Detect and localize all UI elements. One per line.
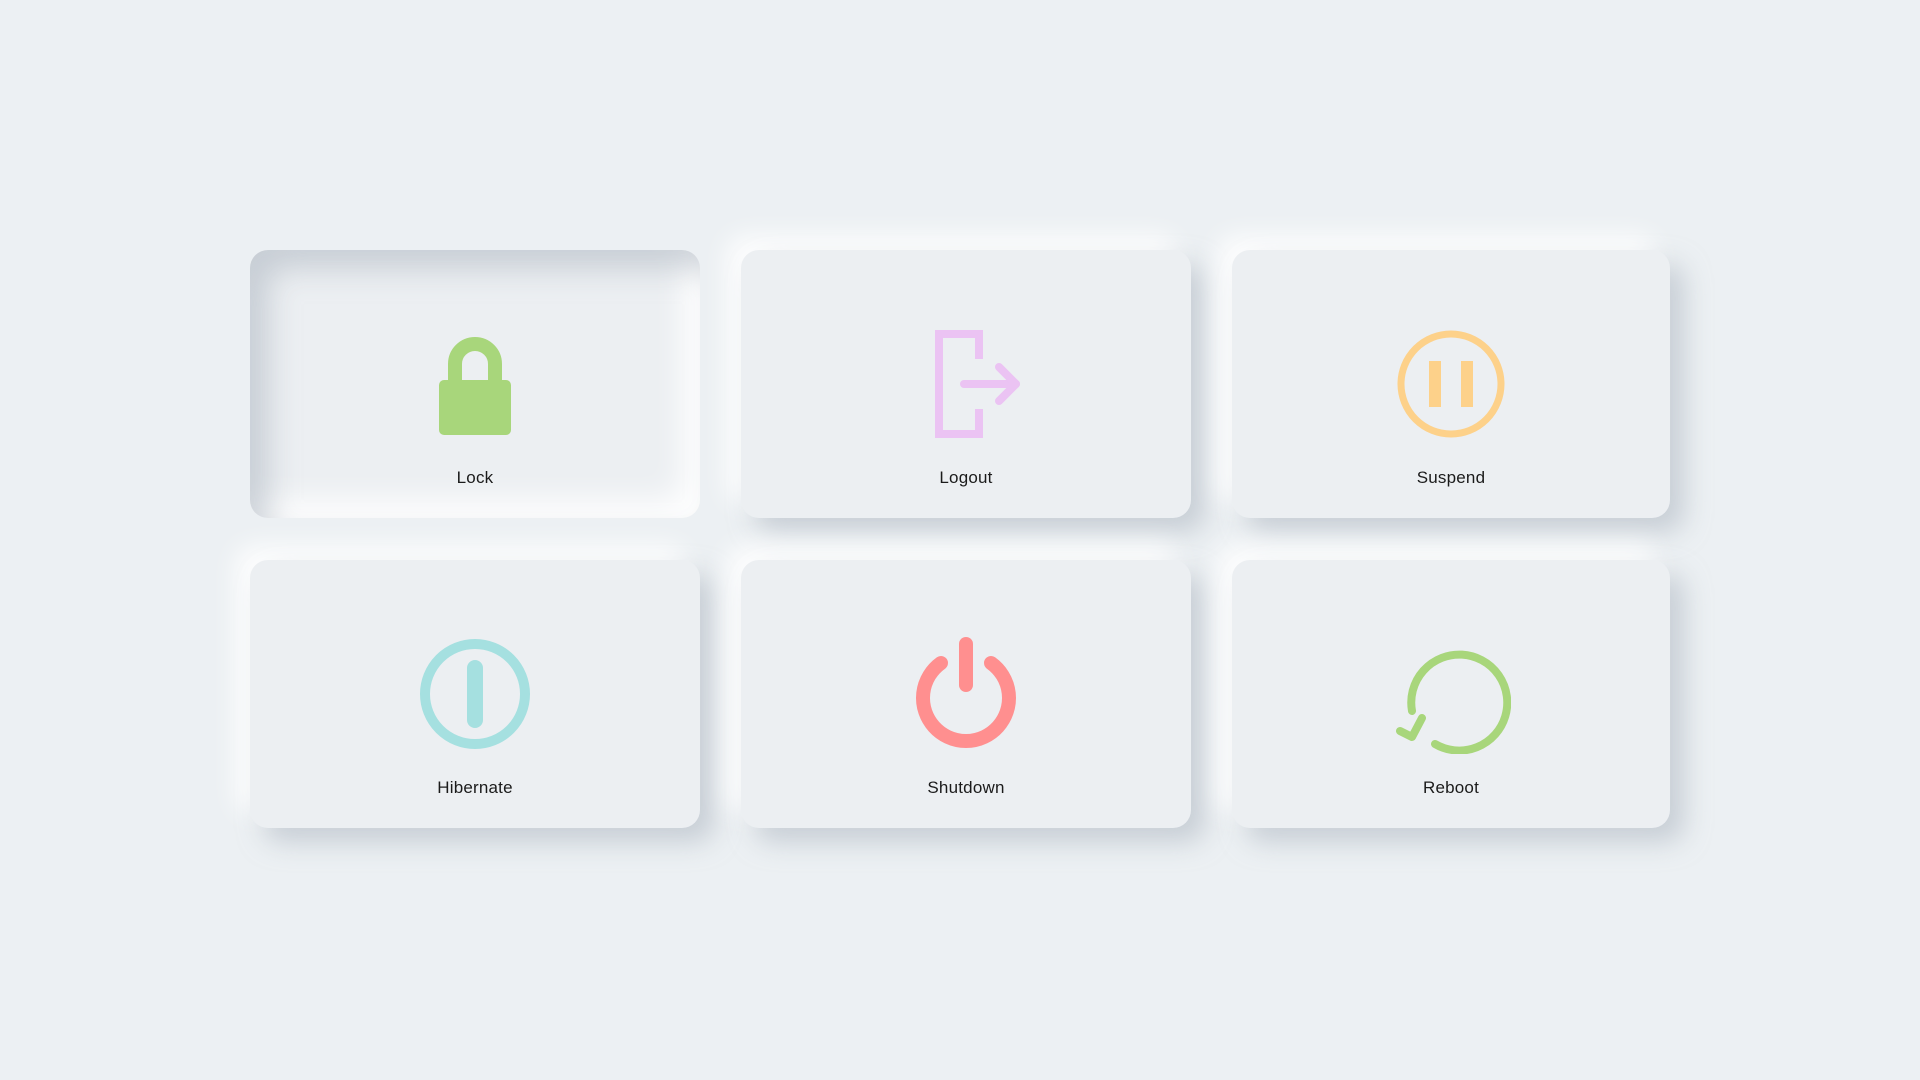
reboot-button[interactable]: Reboot — [1232, 560, 1670, 828]
pause-circle-icon — [1391, 324, 1511, 444]
logout-button[interactable]: Logout — [741, 250, 1191, 518]
power-icon — [906, 634, 1026, 754]
lock-icon — [415, 324, 535, 444]
power-menu-screen: Lock Logout Suspend Hibernate Shutdown R… — [0, 0, 1920, 1080]
reboot-icon — [1391, 634, 1511, 754]
shutdown-button[interactable]: Shutdown — [741, 560, 1191, 828]
lock-button[interactable]: Lock — [250, 250, 700, 518]
lock-label: Lock — [456, 468, 494, 487]
logout-icon — [906, 324, 1026, 444]
shutdown-label: Shutdown — [927, 778, 1005, 797]
logout-label: Logout — [939, 468, 993, 487]
hibernate-label: Hibernate — [437, 778, 513, 797]
suspend-label: Suspend — [1416, 468, 1486, 487]
power-options-grid: Lock Logout Suspend Hibernate Shutdown R… — [250, 250, 1670, 830]
hibernate-icon — [415, 634, 535, 754]
hibernate-button[interactable]: Hibernate — [250, 560, 700, 828]
suspend-button[interactable]: Suspend — [1232, 250, 1670, 518]
reboot-label: Reboot — [1422, 778, 1480, 797]
